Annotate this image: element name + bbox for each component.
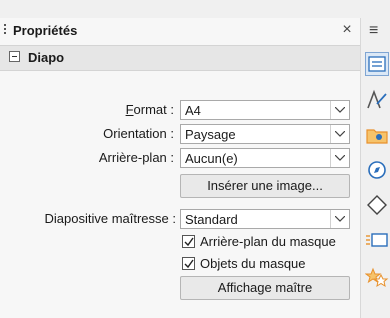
- close-icon[interactable]: ×: [339, 20, 355, 40]
- panel-titlebar: Propriétés ×: [0, 18, 360, 44]
- orientation-value: Paysage: [185, 127, 236, 142]
- properties-icon[interactable]: [365, 52, 389, 76]
- master-background-label: Arrière-plan du masque: [200, 234, 336, 249]
- section-header-slide[interactable]: Diapo: [0, 45, 360, 71]
- panel-title: Propriétés: [13, 23, 78, 38]
- background-label: Arrière-plan :: [98, 150, 174, 165]
- menu-icon[interactable]: ≡: [369, 22, 378, 40]
- gallery-icon[interactable]: [365, 123, 389, 147]
- master-slide-select[interactable]: Standard: [180, 209, 350, 229]
- master-slide-value: Standard: [185, 212, 238, 227]
- master-view-button[interactable]: Affichage maître: [180, 276, 350, 300]
- format-value: A4: [185, 103, 201, 118]
- orientation-label: Orientation :: [103, 126, 174, 141]
- format-label: Format :: [125, 102, 174, 117]
- chevron-down-icon[interactable]: [330, 210, 349, 228]
- top-toolbar-strip: [0, 0, 390, 19]
- checkbox-checked-icon[interactable]: [182, 235, 195, 248]
- master-slide-label: Diapositive maîtresse :: [44, 211, 177, 226]
- section-title: Diapo: [28, 50, 65, 65]
- properties-panel: Propriétés × Diapo Format : A4 Orientati…: [0, 18, 361, 318]
- styles-icon[interactable]: [365, 88, 389, 112]
- insert-image-button[interactable]: Insérer une image...: [180, 174, 350, 198]
- drag-grip-icon[interactable]: [4, 24, 7, 38]
- format-select[interactable]: A4: [180, 100, 350, 120]
- shapes-icon[interactable]: [365, 193, 389, 217]
- sidebar-deck: ≡: [361, 18, 390, 318]
- navigator-icon[interactable]: [365, 158, 389, 182]
- animation-icon[interactable]: [364, 266, 389, 290]
- collapse-icon[interactable]: [9, 51, 20, 62]
- slide-transition-icon[interactable]: [365, 228, 389, 252]
- chevron-down-icon[interactable]: [330, 101, 349, 119]
- chevron-down-icon[interactable]: [330, 125, 349, 143]
- background-value: Aucun(e): [185, 151, 238, 166]
- background-select[interactable]: Aucun(e): [180, 148, 350, 168]
- master-objects-label: Objets du masque: [200, 256, 306, 271]
- chevron-down-icon[interactable]: [330, 149, 349, 167]
- checkbox-checked-icon[interactable]: [182, 257, 195, 270]
- orientation-select[interactable]: Paysage: [180, 124, 350, 144]
